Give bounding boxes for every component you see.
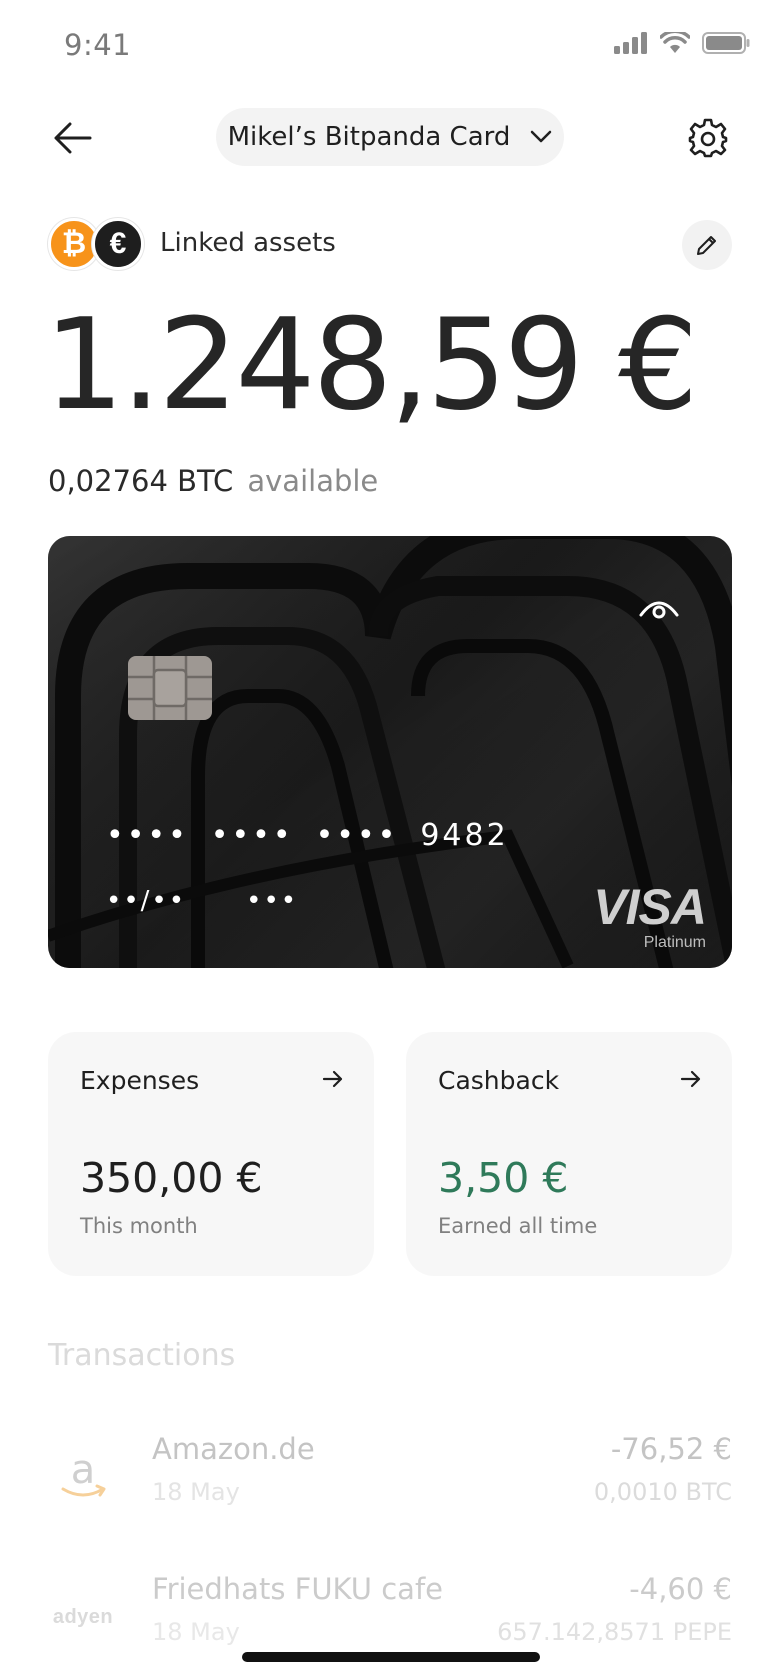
signal-icon — [614, 32, 647, 54]
status-icons — [614, 32, 750, 54]
crypto-balance-suffix: available — [247, 464, 379, 498]
crypto-balance-amount: 0,02764 BTC — [48, 464, 234, 498]
reveal-card-details-button[interactable] — [636, 588, 682, 628]
transaction-amount: -76,52 € — [610, 1432, 732, 1466]
back-button[interactable] — [48, 114, 96, 162]
battery-icon — [702, 32, 750, 54]
transaction-amount: -4,60 € — [629, 1572, 732, 1606]
visa-wordmark: VISA — [593, 879, 707, 935]
adyen-logo-text: adyen — [52, 1605, 114, 1628]
transaction-merchant: Friedhats FUKU cafe — [152, 1572, 444, 1606]
amazon-logo: a — [48, 1442, 118, 1512]
card-selector-label: Mikel’s Bitpanda Card — [227, 122, 511, 152]
cashback-value: 3,50 € — [438, 1154, 569, 1202]
card-cvv: ••• — [246, 886, 299, 916]
card-chip-icon — [128, 656, 212, 720]
card-tier: Platinum — [643, 934, 706, 951]
linked-assets-row: ₿ € Linked assets — [48, 218, 732, 272]
expenses-subtitle: This month — [80, 1214, 198, 1238]
visa-logo: VISA Platinum — [593, 879, 707, 952]
svg-text:a: a — [71, 1449, 96, 1493]
card-selector-dropdown[interactable]: Mikel’s Bitpanda Card — [216, 108, 564, 166]
expenses-tile[interactable]: Expenses 350,00 € This month — [48, 1032, 374, 1276]
transaction-date: 18 May — [152, 1618, 240, 1646]
top-nav: Mikel’s Bitpanda Card — [0, 106, 780, 166]
transaction-crypto-amount: 657.142,8571 PEPE — [497, 1618, 732, 1646]
expenses-title: Expenses — [80, 1066, 200, 1095]
transaction-crypto-amount: 0,0010 BTC — [593, 1478, 732, 1506]
wifi-icon — [660, 32, 690, 53]
gear-icon — [688, 118, 728, 158]
euro-icon: € — [92, 218, 144, 270]
payment-card[interactable]: •••• •••• •••• 9482 ••/•• ••• VISA Plati… — [48, 536, 732, 968]
card-expiry: ••/•• — [106, 886, 187, 916]
status-bar: 9:41 — [0, 0, 780, 90]
cashback-title: Cashback — [438, 1066, 560, 1095]
pencil-icon — [697, 236, 716, 255]
transactions-heading: Transactions — [48, 1338, 236, 1373]
cashback-tile[interactable]: Cashback 3,50 € Earned all time — [406, 1032, 732, 1276]
card-number: •••• •••• •••• 9482 — [106, 818, 509, 853]
cashback-subtitle: Earned all time — [438, 1214, 598, 1238]
expenses-value: 350,00 € — [80, 1154, 263, 1202]
transaction-row[interactable]: a Amazon.de 18 May -76,52 € 0,0010 BTC — [48, 1428, 732, 1528]
balance-amount: 1.248,59 € — [44, 291, 698, 438]
card-number-group-3: •••• — [315, 818, 399, 853]
arrow-right-icon — [680, 1070, 701, 1088]
card-number-group-1: •••• — [106, 818, 189, 853]
transaction-date: 18 May — [152, 1478, 240, 1506]
edit-linked-assets-button[interactable] — [682, 220, 732, 270]
crypto-balance: 0,02764 BTC available — [48, 464, 378, 499]
home-indicator[interactable] — [242, 1652, 540, 1662]
card-expiry-cvv: ••/•• ••• — [106, 886, 298, 916]
card-number-last-four: 9482 — [420, 818, 509, 853]
arrow-left-icon — [54, 122, 92, 154]
chevron-down-icon — [531, 130, 552, 143]
status-time: 9:41 — [64, 28, 132, 62]
settings-button[interactable] — [684, 114, 732, 162]
linked-assets-label: Linked assets — [160, 228, 336, 258]
card-number-group-2: •••• — [210, 818, 294, 853]
eye-icon — [639, 601, 679, 619]
adyen-logo: adyen — [48, 1582, 118, 1652]
amazon-logo-icon: a — [61, 1449, 106, 1497]
transaction-merchant: Amazon.de — [152, 1432, 315, 1466]
arrow-right-icon — [322, 1070, 343, 1088]
